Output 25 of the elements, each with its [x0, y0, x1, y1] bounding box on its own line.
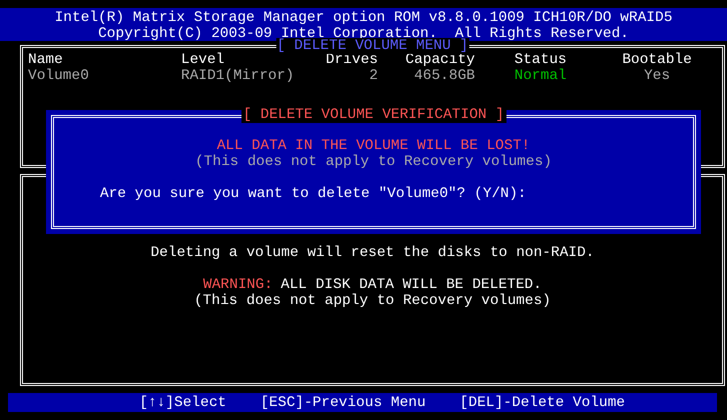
key-hint: [ESC]-Previous Menu	[260, 394, 426, 410]
table-cell-text: Volume0	[28, 68, 90, 84]
column-header: Name	[28, 52, 64, 68]
dialog-title: [ DELETE VOLUME VERIFICATION ]	[240, 107, 506, 123]
table-cell-text: Yes	[642, 68, 672, 84]
column-header: Level	[181, 52, 226, 68]
table-cell-text: 2	[368, 68, 378, 84]
key-hint: [↑↓]Select	[139, 394, 226, 410]
column-header: Bootable	[621, 52, 693, 68]
table-cell: Normal	[514, 68, 567, 84]
confirm-prompt: Are you sure you want to delete "Volume0"? (Y/N):	[100, 186, 526, 202]
key-hint: [DEL]-Delete Volume	[460, 394, 625, 410]
info-message: Deleting a volume will reset the disks to non-RAID.	[150, 245, 594, 261]
warning-text: ALL DISK DATA WILL BE DELETED.	[280, 277, 542, 293]
data-loss-warning: ALL DATA IN THE VOLUME WILL BE LOST!	[216, 138, 530, 154]
table-cell-text: RAID1(Mirror)	[181, 68, 296, 84]
warning-label: WARNING:	[203, 277, 273, 293]
column-header: Capacity	[404, 52, 475, 68]
column-header: Drives	[324, 52, 378, 68]
table-cell-text: 465.8GB	[413, 68, 475, 84]
column-header: Status	[514, 52, 567, 68]
header-text: Intel(R) Matrix Storage Manager option ROM v8.8.0.1009 ICH10R/DO wRAID5	[54, 10, 672, 26]
note-text: (This does not apply to Recovery volumes)	[194, 293, 551, 309]
panel-title: [ DELETE VOLUME MENU ]	[276, 38, 470, 54]
note-text: (This does not apply to Recovery volumes)	[195, 154, 552, 170]
